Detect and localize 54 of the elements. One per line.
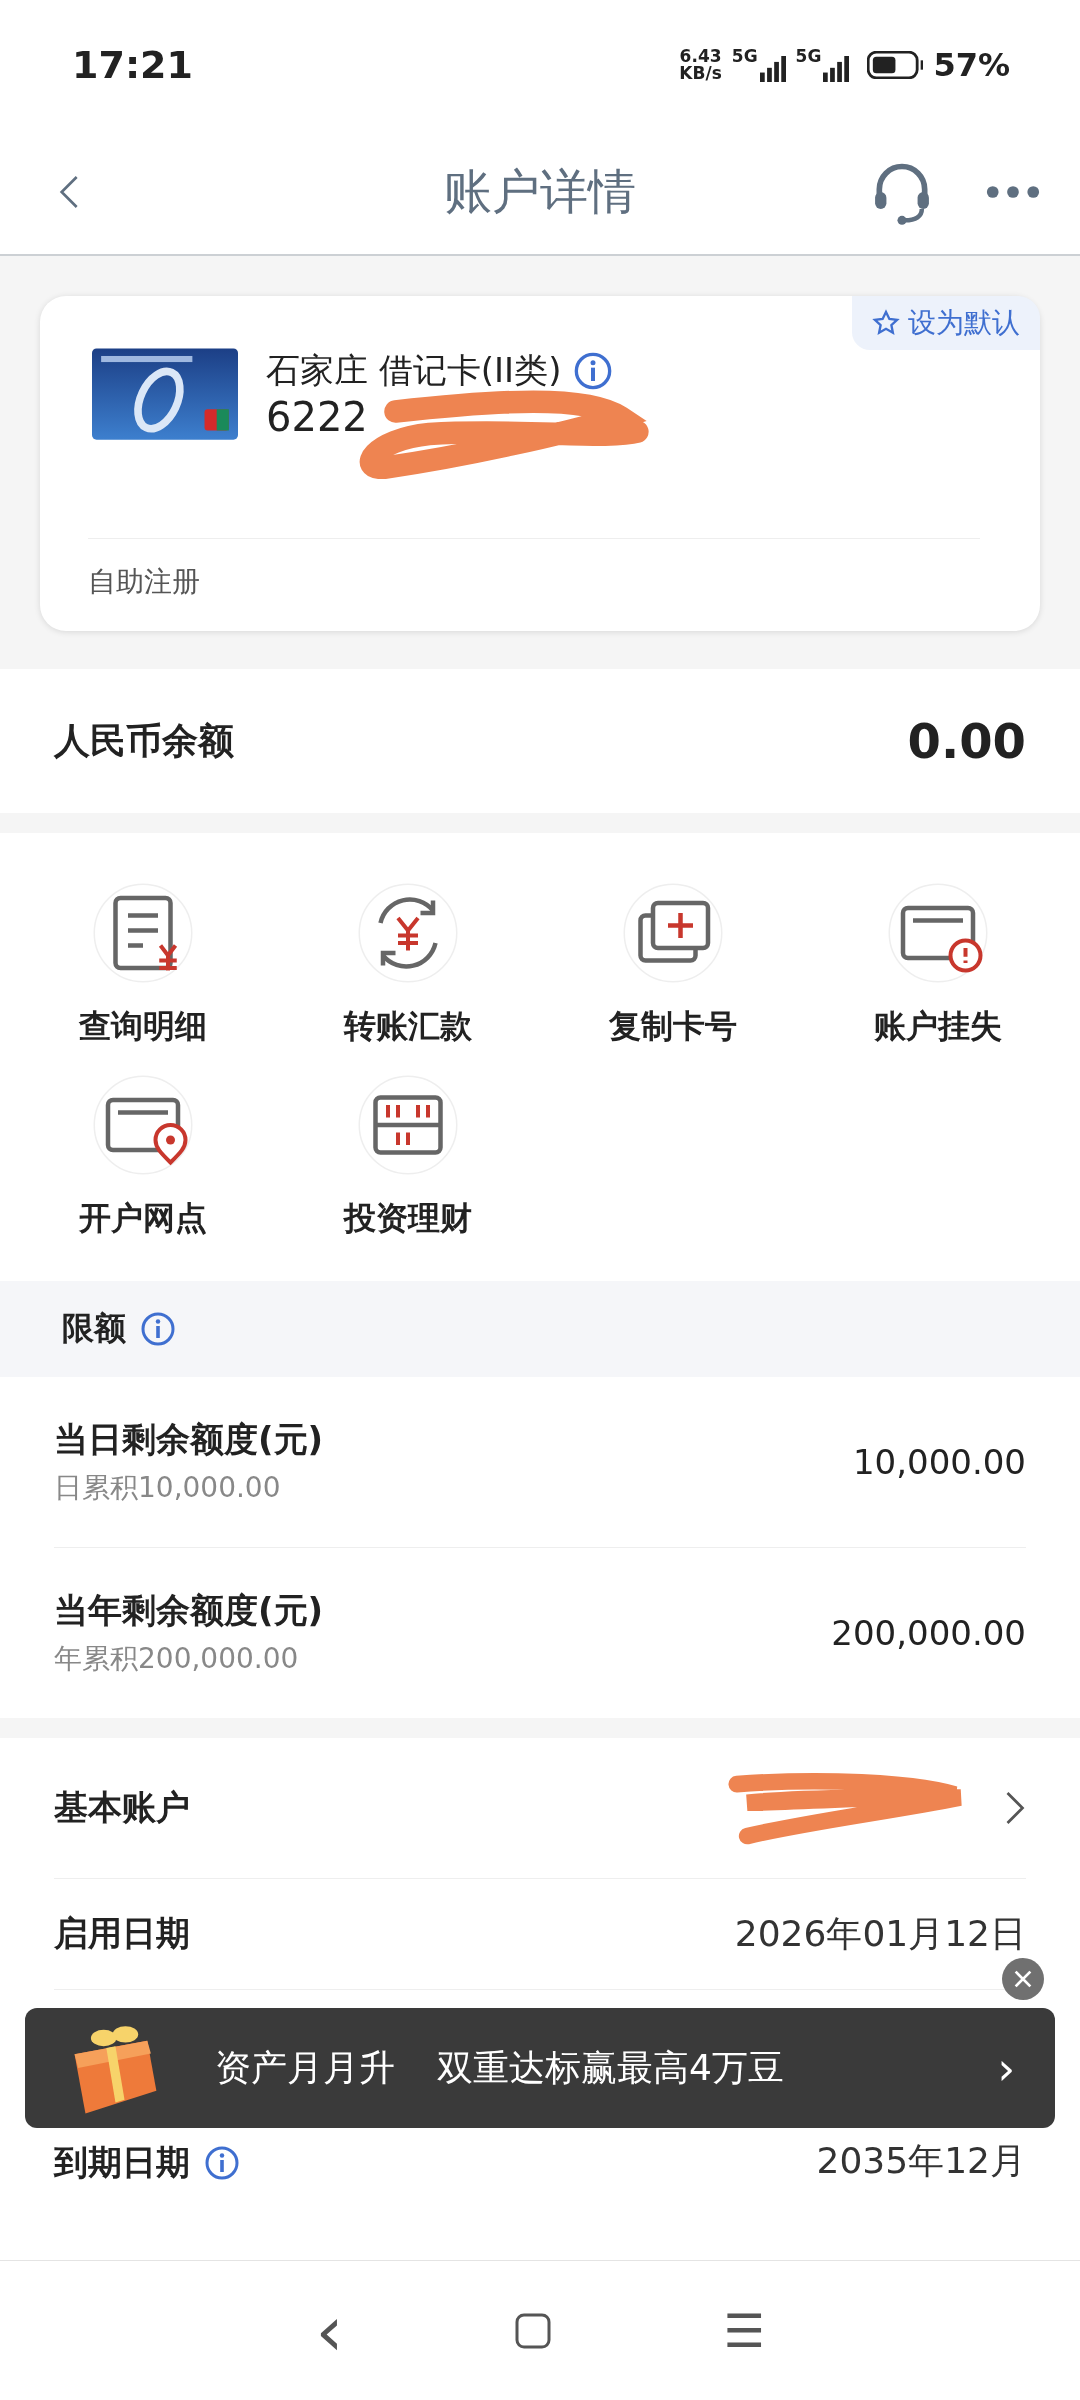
info-icon[interactable] bbox=[140, 1311, 176, 1347]
detail-value: 2035年12月 bbox=[816, 2139, 1026, 2183]
menu-button[interactable]: ☰ bbox=[723, 2303, 765, 2358]
action-button[interactable]: 开户网点 bbox=[78, 1075, 207, 1241]
limit-label: 当日剩余额度(元) bbox=[54, 1418, 324, 1461]
card-footer-text: 自助注册 bbox=[88, 538, 980, 631]
balance-amount: 0.00 bbox=[907, 713, 1026, 769]
card-location-icon bbox=[92, 1075, 193, 1175]
limit-label: 当年剩余额度(元) bbox=[54, 1589, 324, 1632]
back-button[interactable]: ‹ bbox=[315, 2289, 344, 2372]
speed-unit: KB/s bbox=[679, 65, 722, 82]
action-button[interactable]: 复制卡号 bbox=[608, 883, 737, 1049]
set-default-button[interactable]: 设为默认 bbox=[852, 296, 1040, 350]
transfer-yuan-icon bbox=[357, 883, 458, 983]
section-title: 限额 bbox=[62, 1308, 126, 1349]
limit-amount: 10,000.00 bbox=[852, 1442, 1026, 1482]
star-icon bbox=[872, 309, 900, 337]
more-icon[interactable] bbox=[986, 185, 1040, 199]
network-speed: 6.43 bbox=[679, 48, 722, 65]
detail-label: 到期日期 bbox=[54, 2141, 190, 2184]
limit-subtext: 年累积200,000.00 bbox=[54, 1641, 300, 1677]
bank-card-icon bbox=[92, 348, 238, 440]
action-button[interactable]: 账户挂失 bbox=[873, 883, 1002, 1049]
action-button[interactable]: 投资理财 bbox=[343, 1075, 472, 1241]
abacus-icon bbox=[357, 1075, 458, 1175]
card-number: 6222 bbox=[266, 394, 368, 440]
promo-banner[interactable]: 资产月月升 双重达标赢最高4万豆 › bbox=[25, 2008, 1055, 2128]
promo-title: 资产月月升 bbox=[215, 2045, 395, 2090]
detail-label: 启用日期 bbox=[54, 1912, 190, 1955]
limit-amount: 200,000.00 bbox=[831, 1613, 1026, 1653]
promo-text: 双重达标赢最高4万豆 bbox=[437, 2045, 784, 2090]
clock-time: 17:21 bbox=[72, 43, 193, 87]
close-icon[interactable] bbox=[1002, 1958, 1044, 2000]
battery-icon bbox=[867, 51, 924, 79]
chevron-right-icon[interactable]: › bbox=[997, 2042, 1015, 2094]
action-button[interactable]: 转账汇款 bbox=[343, 883, 472, 1049]
balance-label: 人民币余额 bbox=[54, 718, 234, 763]
info-icon[interactable] bbox=[204, 2145, 240, 2181]
signal-icon bbox=[823, 54, 850, 84]
card-name: 石家庄 借记卡(II类) bbox=[266, 349, 562, 392]
signal-icon bbox=[759, 54, 786, 84]
network-type: 5G bbox=[731, 46, 758, 66]
page-title: 账户详情 bbox=[443, 162, 637, 221]
network-type: 5G bbox=[795, 46, 822, 66]
list-yuan-icon bbox=[92, 883, 193, 983]
detail-value: 2026年01月12日 bbox=[734, 1911, 1026, 1956]
limit-subtext: 日累积10,000.00 bbox=[54, 1470, 282, 1506]
chevron-right-icon[interactable] bbox=[1004, 1790, 1026, 1826]
info-icon[interactable] bbox=[573, 351, 614, 391]
battery-percent: 57% bbox=[933, 46, 1010, 84]
card-alert-icon bbox=[887, 883, 988, 983]
detail-label: 基本账户 bbox=[54, 1786, 190, 1829]
copy-card-icon bbox=[622, 883, 723, 983]
action-button[interactable]: 查询明细 bbox=[78, 883, 207, 1049]
